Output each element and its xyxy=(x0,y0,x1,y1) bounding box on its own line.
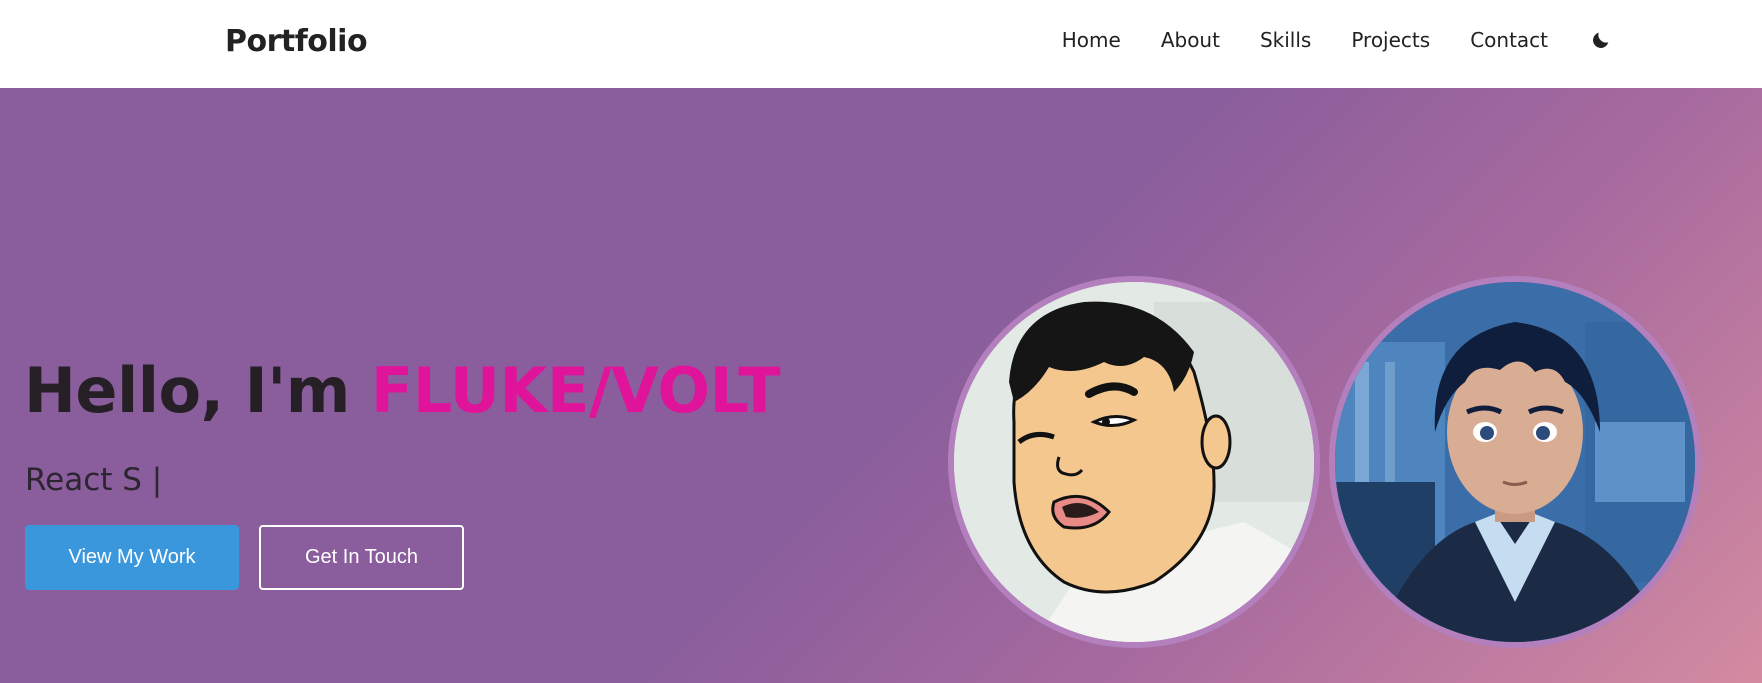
nav-about[interactable]: About xyxy=(1161,28,1220,52)
nav-links: Home About Skills Projects Contact xyxy=(1022,27,1614,53)
greeting-text: Hello, I'm xyxy=(24,354,371,427)
nav-contact[interactable]: Contact xyxy=(1470,28,1548,52)
nav-home[interactable]: Home xyxy=(1062,28,1121,52)
avatar-cartoon xyxy=(948,276,1320,648)
view-my-work-button[interactable]: View My Work xyxy=(25,525,239,590)
brand-logo[interactable]: Portfolio xyxy=(225,24,368,59)
typing-subtitle: React S | xyxy=(25,462,163,498)
nav-projects[interactable]: Projects xyxy=(1351,28,1430,52)
hero-section: Hello, I'm FLUKE/VOLT React S | View My … xyxy=(0,88,1762,683)
nav-skills[interactable]: Skills xyxy=(1260,28,1311,52)
anime-avatar-icon xyxy=(1335,282,1695,642)
cartoon-avatar-icon xyxy=(954,282,1314,642)
hero-name: FLUKE/VOLT xyxy=(370,354,781,427)
hero-headline: Hello, I'm FLUKE/VOLT xyxy=(24,354,781,427)
navbar: Portfolio Home About Skills Projects Con… xyxy=(0,0,1762,88)
moon-icon xyxy=(1593,32,1609,48)
avatar-anime xyxy=(1329,276,1701,648)
get-in-touch-button[interactable]: Get In Touch xyxy=(259,525,464,590)
theme-toggle-button[interactable] xyxy=(1588,27,1614,53)
